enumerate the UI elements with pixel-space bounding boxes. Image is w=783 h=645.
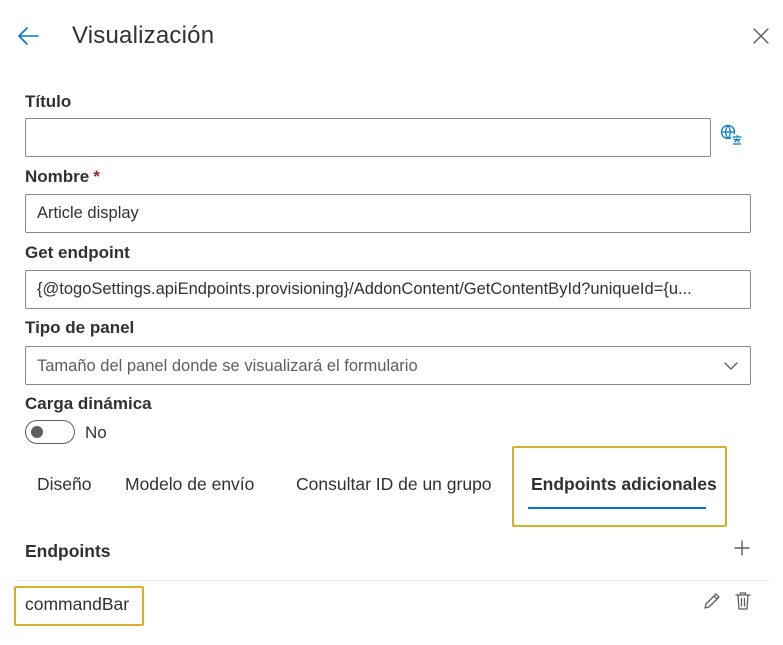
- carga-dinamica-toggle[interactable]: [25, 420, 75, 444]
- endpoints-section-label: Endpoints: [25, 541, 111, 561]
- arrow-left-icon: [16, 26, 40, 51]
- tab-endpoints-adicionales[interactable]: Endpoints adicionales: [531, 474, 717, 495]
- back-button[interactable]: [14, 25, 42, 51]
- close-button[interactable]: [750, 27, 772, 49]
- required-marker: *: [93, 167, 100, 186]
- edit-button[interactable]: [701, 592, 723, 614]
- add-endpoint-button[interactable]: [731, 539, 753, 561]
- plus-icon: [734, 539, 750, 561]
- nombre-label: Nombre *: [25, 167, 100, 187]
- panel-title: Visualización: [72, 22, 215, 49]
- translate-icon: [720, 124, 744, 151]
- toggle-state-label: No: [85, 423, 107, 442]
- tipo-panel-label: Tipo de panel: [25, 318, 135, 337]
- nombre-label-text: Nombre: [25, 167, 90, 186]
- panel-header: Visualización: [0, 0, 783, 76]
- close-icon: [753, 27, 769, 49]
- translate-button[interactable]: [719, 124, 745, 151]
- titulo-label: Título: [25, 92, 72, 111]
- nombre-input[interactable]: [26, 195, 750, 232]
- get-endpoint-input[interactable]: [26, 271, 750, 308]
- active-tab-indicator: [528, 507, 706, 509]
- tipo-panel-dropdown[interactable]: Tamaño del panel donde se visualizará el…: [25, 346, 751, 385]
- titulo-field[interactable]: [25, 118, 711, 157]
- nombre-field[interactable]: [25, 194, 751, 233]
- section-divider: [14, 580, 770, 581]
- toggle-knob: [31, 426, 43, 438]
- trash-icon: [734, 591, 752, 616]
- tab-diseno[interactable]: Diseño: [37, 474, 91, 495]
- delete-button[interactable]: [732, 591, 754, 616]
- get-endpoint-label: Get endpoint: [25, 243, 130, 262]
- titulo-input[interactable]: [26, 119, 710, 156]
- tab-modelo-envio[interactable]: Modelo de envío: [125, 474, 254, 495]
- tab-consultar-id[interactable]: Consultar ID de un grupo: [296, 474, 492, 495]
- tipo-panel-placeholder: Tamaño del panel donde se visualizará el…: [37, 357, 418, 375]
- chevron-down-icon: [724, 359, 738, 373]
- endpoint-name[interactable]: commandBar: [25, 594, 129, 615]
- carga-dinamica-label: Carga dinámica: [25, 394, 152, 413]
- get-endpoint-field[interactable]: [25, 270, 751, 309]
- pencil-icon: [702, 591, 722, 616]
